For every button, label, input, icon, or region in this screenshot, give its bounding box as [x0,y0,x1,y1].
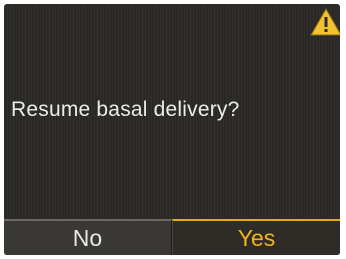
dialog-message: Resume basal delivery? [11,98,240,121]
no-button[interactable]: No [4,219,172,255]
yes-button[interactable]: Yes [172,219,340,255]
warning-triangle-icon [310,7,340,36]
softkey-bar: No Yes [4,219,340,255]
pump-screen: Resume basal delivery? No Yes [4,4,340,255]
